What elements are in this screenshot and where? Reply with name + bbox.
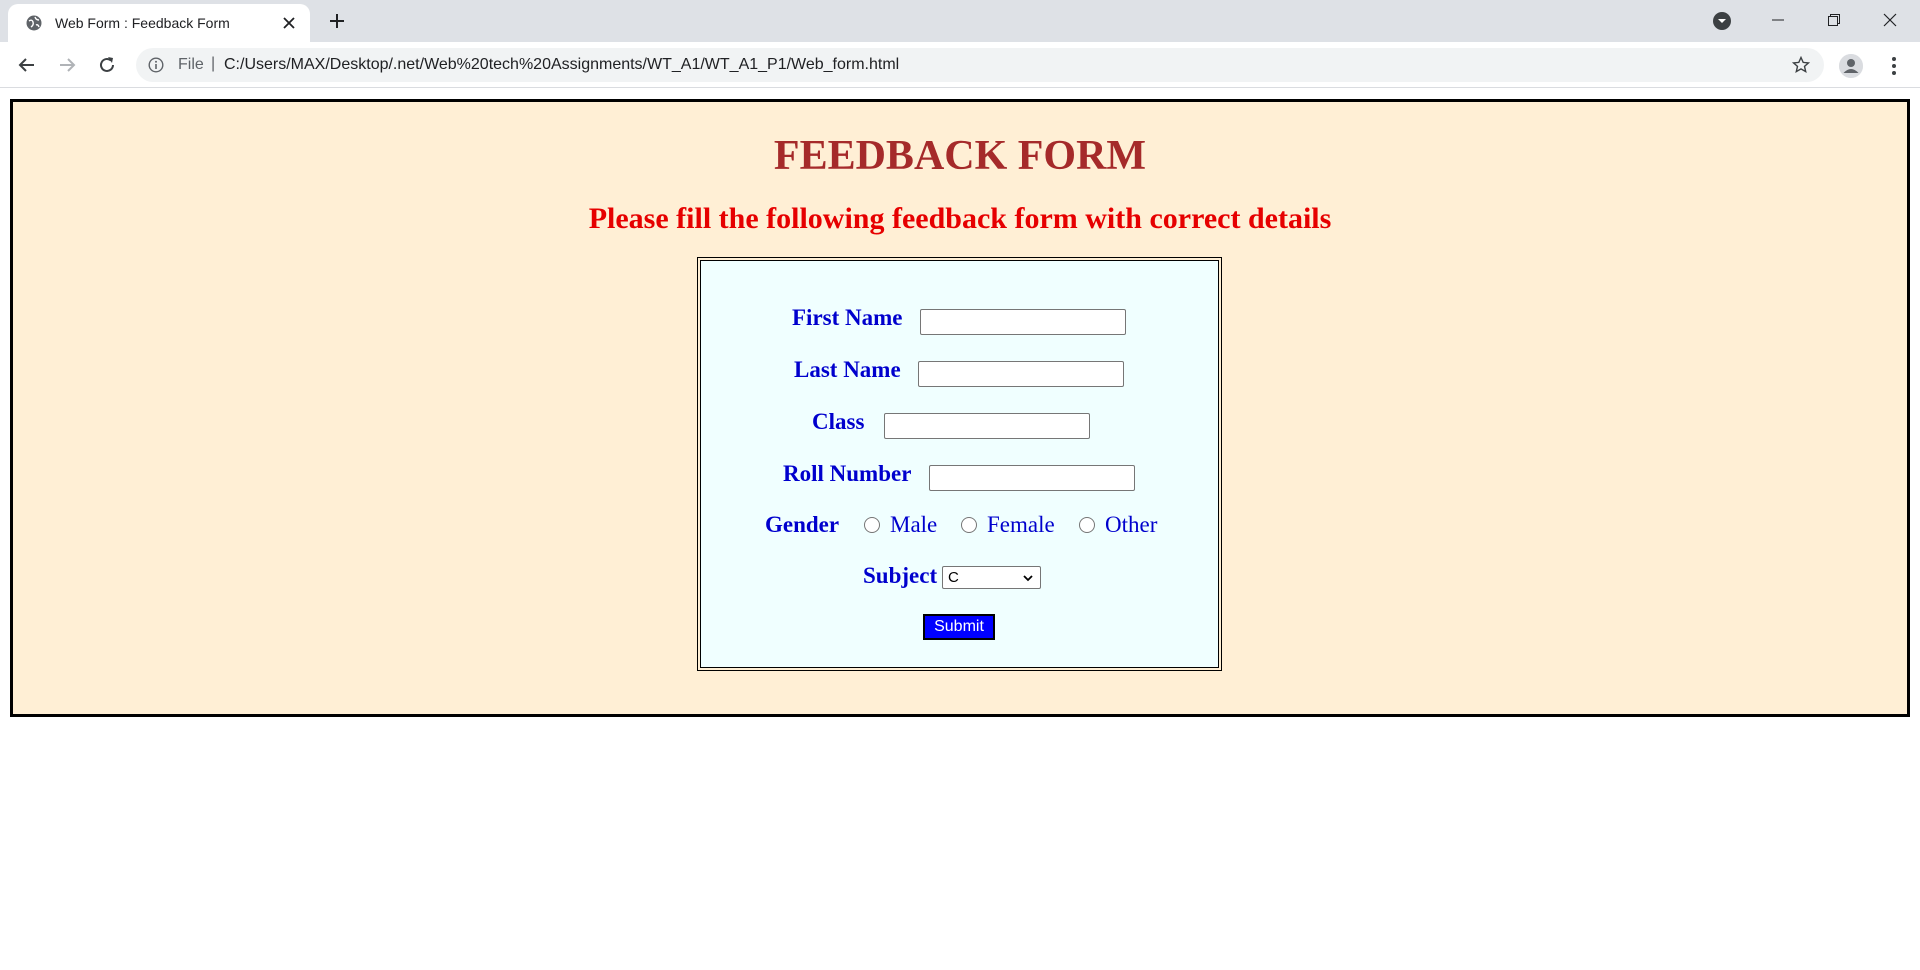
forward-button[interactable] [52, 50, 82, 80]
close-window-button[interactable] [1862, 0, 1918, 40]
page-viewport: FEEDBACK FORM Please fill the following … [0, 89, 1920, 970]
reload-icon [100, 57, 114, 72]
close-icon [1883, 13, 1897, 27]
url-separator: | [211, 55, 216, 72]
subject-select[interactable]: C [942, 566, 1041, 589]
gender-option-female: Female [987, 512, 1055, 537]
new-tab-icon[interactable] [326, 10, 348, 32]
gender-option-other: Other [1105, 512, 1158, 537]
tab-title: Web Form : Feedback Form [55, 15, 230, 31]
arrow-right-icon [60, 58, 76, 72]
roll-number-input[interactable] [929, 465, 1135, 491]
gender-label: Gender [765, 512, 840, 537]
gender-radio-male[interactable] [864, 517, 880, 533]
submit-button[interactable]: Submit [923, 614, 995, 640]
person-icon [1839, 54, 1863, 78]
feedback-container: FEEDBACK FORM Please fill the following … [10, 99, 1910, 717]
more-vert-icon[interactable] [1884, 54, 1904, 78]
roll-number-label: Roll Number [783, 461, 912, 486]
gender-option-male: Male [890, 512, 938, 537]
star-icon[interactable] [1792, 56, 1810, 74]
last-name-label: Last Name [794, 357, 901, 382]
info-icon[interactable] [148, 57, 164, 73]
reload-button[interactable] [92, 50, 122, 80]
subject-label: Subject [863, 563, 938, 588]
first-name-input[interactable] [920, 309, 1126, 335]
page-title: FEEDBACK FORM [773, 133, 1147, 179]
globe-icon [26, 15, 42, 31]
restore-icon [1828, 14, 1840, 26]
subject-selected-value: C [948, 569, 959, 586]
arrow-left-icon [18, 58, 34, 72]
restore-button[interactable] [1806, 0, 1862, 40]
minimize-button[interactable] [1750, 0, 1806, 40]
first-name-label: First Name [792, 305, 903, 330]
page-subtitle: Please fill the following feedback form … [588, 202, 1332, 235]
browser-tabstrip: Web Form : Feedback Form [0, 0, 1920, 42]
gender-radio-female[interactable] [961, 517, 977, 533]
url-text[interactable]: C:/Users/MAX/Desktop/.net/Web%20tech%20A… [224, 56, 899, 74]
browser-tab[interactable]: Web Form : Feedback Form [8, 4, 310, 42]
close-tab-icon[interactable] [280, 14, 298, 32]
file-scheme-label: File [178, 56, 204, 73]
browser-toolbar: File | C:/Users/MAX/Desktop/.net/Web%20t… [0, 42, 1920, 88]
class-label: Class [812, 409, 865, 434]
tab-search-icon[interactable] [1712, 11, 1732, 31]
address-bar[interactable]: File | C:/Users/MAX/Desktop/.net/Web%20t… [136, 48, 1824, 82]
gender-radio-other[interactable] [1079, 517, 1095, 533]
feedback-form: First Name Last Name Class Roll Number G… [697, 257, 1222, 671]
last-name-input[interactable] [918, 361, 1124, 387]
minimize-icon [1772, 19, 1784, 21]
class-input[interactable] [884, 413, 1090, 439]
back-button[interactable] [12, 50, 42, 80]
chevron-down-icon [1023, 575, 1033, 582]
profile-avatar[interactable] [1839, 54, 1863, 78]
